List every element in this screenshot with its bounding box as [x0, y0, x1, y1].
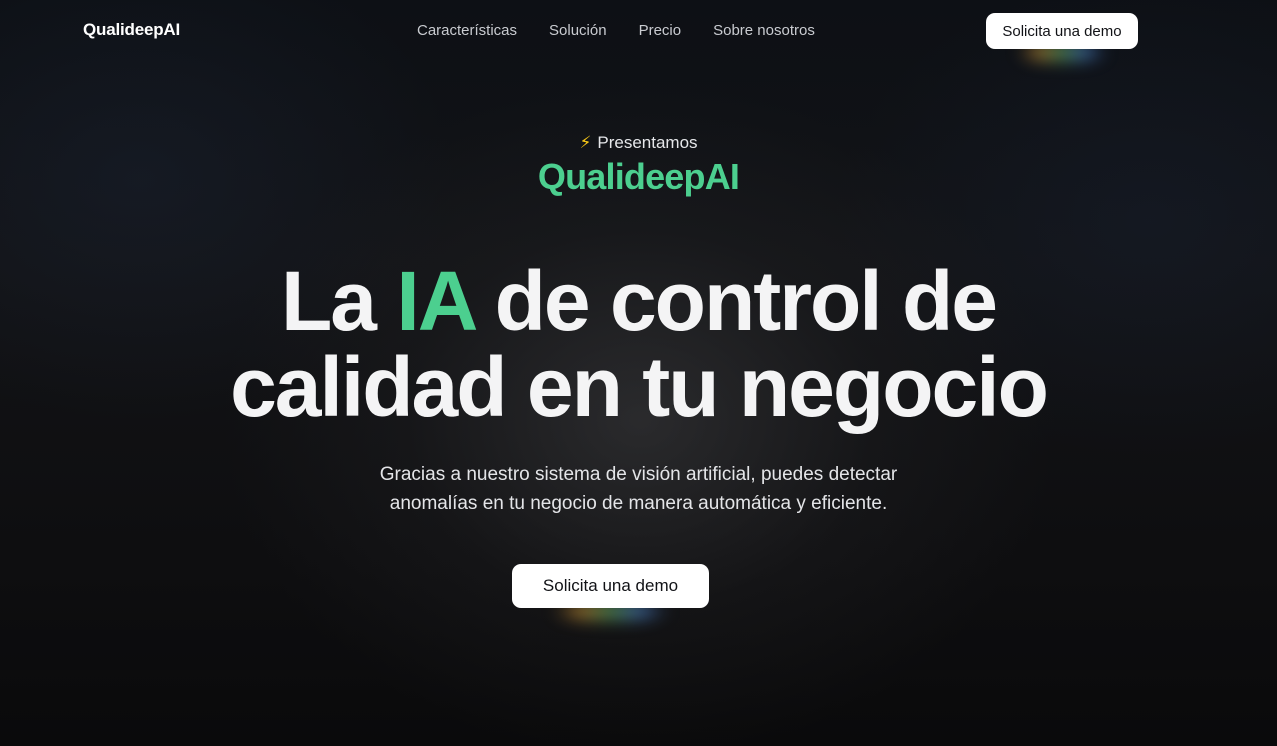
top-navigation: QualideepAI Características Solución Pre…	[0, 0, 1277, 62]
headline-part1: La	[281, 254, 397, 348]
headline-accent: IA	[396, 254, 475, 348]
hero-subtitle: Gracias a nuestro sistema de visión arti…	[379, 464, 898, 514]
headline-line2: calidad en tu negocio	[230, 340, 1049, 434]
nav-link-sobre-nosotros[interactable]: Sobre nosotros	[713, 22, 815, 39]
nav-links: Características Solución Precio Sobre no…	[417, 22, 815, 39]
brand-logo[interactable]: QualideepAI	[83, 20, 180, 40]
hero-eyebrow: ⚡ Presentamos	[0, 133, 1277, 153]
nav-link-solucion[interactable]: Solución	[549, 22, 607, 39]
hero-headline: La IA de control de calidad en tu negoci…	[0, 258, 1277, 430]
nav-link-caracteristicas[interactable]: Características	[417, 22, 517, 39]
product-name: QualideepAI	[537, 156, 740, 197]
hero-request-demo-button[interactable]: Solicita una demo	[512, 564, 709, 608]
nav-request-demo-button[interactable]: Solicita una demo	[986, 13, 1138, 49]
nav-link-precio[interactable]: Precio	[639, 22, 682, 39]
headline-part2: de control de	[473, 254, 998, 348]
lightning-bolt-icon: ⚡	[579, 133, 592, 152]
hero-demo-button-wrapper: Solicita una demo	[512, 564, 709, 620]
nav-demo-button-wrapper: Solicita una demo	[986, 13, 1138, 61]
eyebrow-text: Presentamos	[597, 133, 698, 152]
